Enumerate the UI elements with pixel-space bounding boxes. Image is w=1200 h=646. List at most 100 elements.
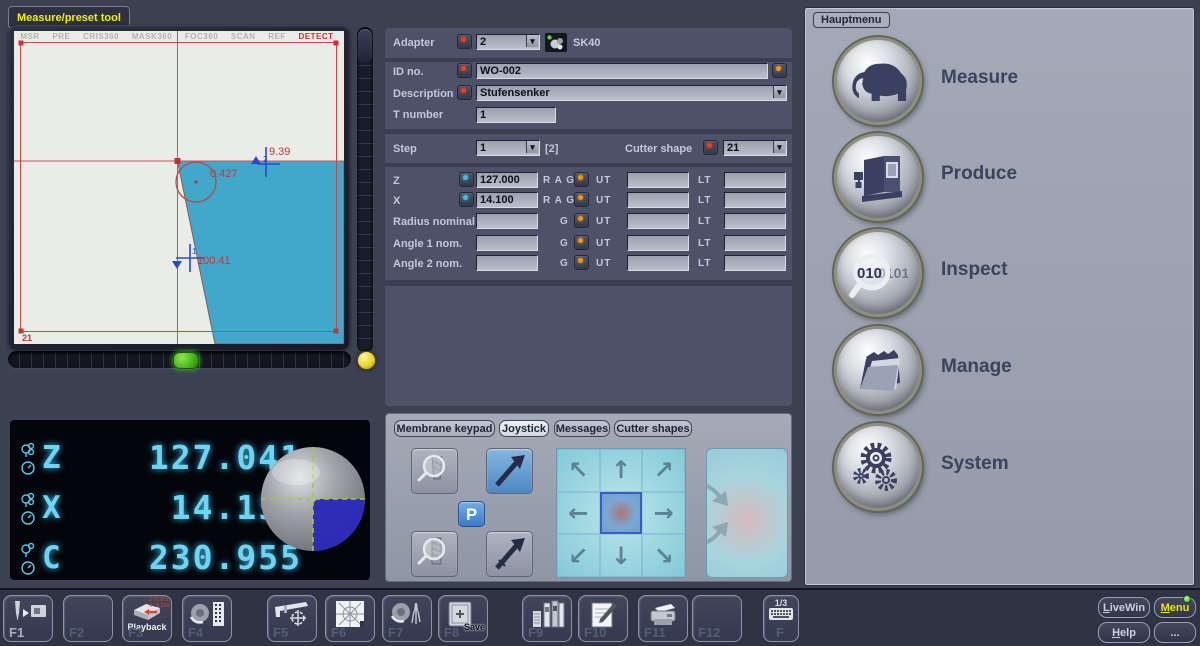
row-x-tol-button[interactable] [574, 192, 589, 207]
fkey-f7[interactable]: F7 [382, 595, 432, 642]
magnifier-binary-icon: 0101 010 [848, 245, 908, 301]
point2-value-label: 9.39 [269, 146, 290, 158]
row-angle2-tol-button[interactable] [574, 255, 589, 270]
adapter-status-button[interactable] [457, 34, 472, 49]
jog-left[interactable]: ← [557, 492, 600, 535]
cutter-shape-status-button[interactable] [703, 140, 718, 155]
jog-up-right[interactable]: ↗ [642, 449, 685, 492]
jog-up-left[interactable]: ↖ [557, 449, 600, 492]
ut-label: UT [596, 195, 611, 206]
fkey-f11[interactable]: F11 [638, 595, 688, 642]
t-number-input[interactable] [476, 107, 556, 123]
adapter-select[interactable]: 2 [476, 34, 540, 50]
fkey-f3[interactable]: Z 26.871 X 18.234 Playback F3 [122, 595, 172, 642]
fkey-f8[interactable]: Save F8 [438, 595, 488, 642]
mode-scan[interactable]: SCAN [231, 32, 256, 41]
measure-thread-button[interactable] [411, 531, 458, 577]
jog-fast-button[interactable] [486, 448, 533, 494]
row-z-mode-button[interactable] [459, 172, 474, 187]
jog-up[interactable]: ↑ [600, 449, 643, 492]
fkey-f-page[interactable]: 1/3 F [763, 595, 799, 642]
measure-button[interactable] [834, 37, 922, 125]
fkey-f9[interactable]: F9 [522, 595, 572, 642]
row-z-ut-input[interactable] [627, 172, 689, 188]
fkey-f4[interactable]: F4 [182, 595, 232, 642]
id-extra-button[interactable] [772, 63, 787, 78]
row-angle2-ut-input[interactable] [627, 255, 689, 271]
fkey-f1[interactable]: F1 [3, 595, 53, 642]
cutter-shape-select[interactable]: 21 [723, 140, 787, 156]
tab-cutter-shapes[interactable]: Cutter shapes [614, 420, 692, 437]
row-angle2-value-input[interactable] [476, 255, 538, 271]
row-angle2-lt-input[interactable] [724, 255, 786, 271]
row-x-ut-input[interactable] [627, 192, 689, 208]
fkey-f2[interactable]: F2 [63, 595, 113, 642]
mode-mask360[interactable]: MASK360 [132, 32, 172, 41]
arrow-up-right-icon [487, 449, 532, 493]
jog-down[interactable]: ↓ [600, 534, 643, 577]
vertical-slider-handle[interactable] [358, 29, 372, 63]
mode-cris360[interactable]: CRIS360 [83, 32, 119, 41]
row-angle1-tol-button[interactable] [574, 235, 589, 250]
illumination-button[interactable] [357, 351, 376, 370]
jog-slow-button[interactable] [486, 531, 533, 577]
manage-button[interactable] [834, 326, 922, 414]
menu-item-system[interactable]: System [806, 423, 1195, 519]
camera-live-view[interactable]: 0.427 2 9.39 1 100.41 [14, 31, 344, 344]
tab-membrane-keypad[interactable]: Membrane keypad [394, 420, 495, 437]
camera-horizontal-slider[interactable] [8, 351, 351, 368]
more-button[interactable]: ... [1154, 622, 1196, 643]
menu-item-measure[interactable]: Measure [806, 37, 1195, 133]
row-radius-ut-input[interactable] [627, 213, 689, 229]
help-button[interactable]: Help [1098, 622, 1150, 643]
t-number-label: T number [393, 109, 443, 121]
measure-tip-button[interactable] [411, 448, 458, 494]
jog-down-right[interactable]: ↘ [642, 534, 685, 577]
row-x-value-input[interactable] [476, 192, 538, 208]
description-select[interactable]: Stufensenker [476, 85, 787, 101]
horizontal-slider-knob[interactable] [173, 352, 199, 369]
inspect-button[interactable]: 0101 010 [834, 229, 922, 317]
fkey-f10[interactable]: F10 [578, 595, 628, 642]
row-radius-value-input[interactable] [476, 213, 538, 229]
jog-center[interactable] [600, 492, 643, 535]
system-button[interactable] [834, 423, 922, 511]
menu-item-inspect[interactable]: 0101 010 Inspect [806, 229, 1195, 325]
menu-button[interactable]: Menu [1154, 597, 1196, 618]
mode-detect[interactable]: DETECT [299, 32, 334, 41]
mode-foc360[interactable]: FOC360 [185, 32, 218, 41]
description-status-button[interactable] [457, 85, 472, 100]
menu-item-produce[interactable]: Produce [806, 133, 1195, 229]
row-z-tol-button[interactable] [574, 172, 589, 187]
row-angle1-lt-input[interactable] [724, 235, 786, 251]
livewin-label: iveWin [1110, 602, 1145, 614]
fkey-f6[interactable]: F6 [325, 595, 375, 642]
id-status-button[interactable] [457, 63, 472, 78]
tab-messages[interactable]: Messages [554, 420, 610, 437]
produce-button[interactable] [834, 133, 922, 221]
jog-right[interactable]: → [642, 492, 685, 535]
spindle-rotation-pad[interactable] [706, 448, 788, 578]
fkey-f12[interactable]: F12 [692, 595, 742, 642]
mode-ref[interactable]: REF [268, 32, 286, 41]
id-input[interactable] [476, 63, 768, 79]
camera-vertical-slider[interactable] [357, 27, 373, 353]
mode-msr[interactable]: MSR [20, 32, 39, 41]
livewin-button[interactable]: LiveWin [1098, 597, 1150, 618]
step-select[interactable]: 1 [476, 140, 540, 156]
row-z-lt-input[interactable] [724, 172, 786, 188]
row-angle1-value-input[interactable] [476, 235, 538, 251]
jog-down-left[interactable]: ↙ [557, 534, 600, 577]
row-x-lt-input[interactable] [724, 192, 786, 208]
row-radius-tol-button[interactable] [574, 213, 589, 228]
row-radius-lt-input[interactable] [724, 213, 786, 229]
mode-pre[interactable]: PRE [52, 32, 70, 41]
fkey-f5[interactable]: F5 [267, 595, 317, 642]
position-p-button[interactable]: P [458, 501, 485, 527]
tab-joystick[interactable]: Joystick [499, 420, 549, 437]
menu-item-manage[interactable]: Manage [806, 326, 1195, 422]
row-z-value-input[interactable] [476, 172, 538, 188]
row-x-mode-button[interactable] [459, 192, 474, 207]
tool-form-panel: Adapter 2 SK40 ID no. Description Stufen… [385, 28, 792, 406]
row-angle1-ut-input[interactable] [627, 235, 689, 251]
